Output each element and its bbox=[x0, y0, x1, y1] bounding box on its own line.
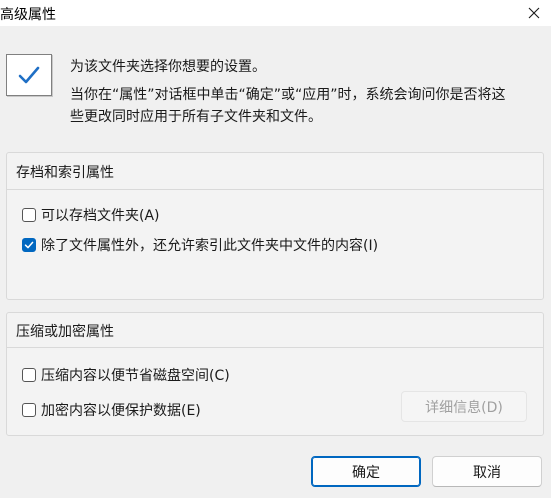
checkbox-label: 可以存档文件夹(A) bbox=[41, 208, 160, 224]
ok-button[interactable]: 确定 bbox=[311, 456, 421, 487]
divider bbox=[7, 189, 543, 190]
compress-checkbox-row[interactable]: 压缩内容以便节省磁盘空间(C) bbox=[22, 365, 230, 385]
divider bbox=[7, 347, 543, 348]
intro-line: 为该文件夹选择你想要的设置。 bbox=[70, 59, 266, 75]
cancel-button[interactable]: 取消 bbox=[432, 456, 542, 487]
close-button[interactable] bbox=[517, 0, 551, 26]
group-title: 存档和索引属性 bbox=[16, 165, 114, 181]
intro-line: 当你在“属性”对话框中单击“确定”或“应用”时，系统会询问你是否将这 bbox=[70, 87, 506, 103]
close-icon bbox=[528, 7, 540, 19]
compress-checkbox[interactable] bbox=[22, 368, 36, 382]
checkbox-label: 压缩内容以便节省磁盘空间(C) bbox=[41, 368, 230, 384]
window-title: 高级属性 bbox=[0, 7, 56, 23]
encrypt-checkbox-row[interactable]: 加密内容以便保护数据(E) bbox=[22, 400, 201, 420]
title-bar: 高级属性 bbox=[0, 0, 551, 26]
index-checkbox[interactable] bbox=[22, 238, 36, 252]
archive-checkbox[interactable] bbox=[22, 208, 36, 222]
checkbox-label: 除了文件属性外，还允许索引此文件夹中文件的内容(I) bbox=[41, 238, 379, 254]
encrypt-checkbox[interactable] bbox=[22, 403, 36, 417]
checkmark-icon bbox=[24, 241, 34, 249]
details-button[interactable]: 详细信息(D) bbox=[401, 391, 527, 422]
archive-checkbox-row[interactable]: 可以存档文件夹(A) bbox=[22, 205, 160, 225]
intro-text: 为该文件夹选择你想要的设置。 当你在“属性”对话框中单击“确定”或“应用”时，系… bbox=[70, 56, 540, 128]
index-checkbox-row[interactable]: 除了文件属性外，还允许索引此文件夹中文件的内容(I) bbox=[22, 235, 378, 255]
checkbox-label: 加密内容以便保护数据(E) bbox=[41, 403, 201, 419]
archive-index-group: 存档和索引属性 可以存档文件夹(A) 除了文件属性外，还允许索引此文件夹中文件的… bbox=[6, 152, 544, 300]
checkmark-icon bbox=[18, 66, 40, 84]
checkbox-checked-icon bbox=[6, 54, 52, 96]
intro-line: 些更改同时应用于所有子文件夹和文件。 bbox=[70, 109, 322, 125]
group-title: 压缩或加密属性 bbox=[16, 324, 114, 340]
